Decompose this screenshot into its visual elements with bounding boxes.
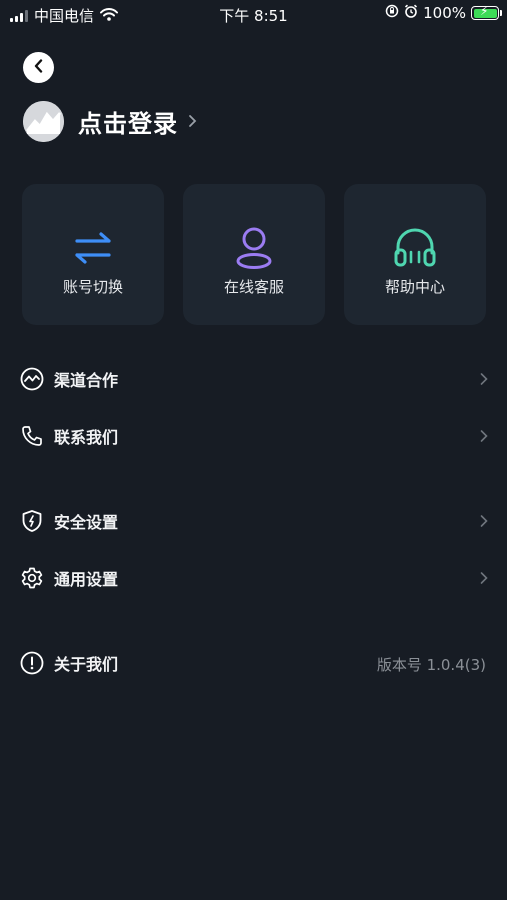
person-icon	[234, 226, 274, 270]
chevron-right-icon	[480, 513, 488, 532]
card-label: 账号切换	[62, 278, 123, 296]
chevron-right-icon	[480, 570, 488, 589]
headphones-icon	[392, 226, 438, 270]
menu-item-label: 安全设置	[54, 513, 119, 532]
chevron-left-icon	[33, 58, 45, 77]
card-label: 在线客服	[223, 278, 284, 296]
menu-item-security-settings[interactable]: 安全设置	[20, 501, 488, 541]
chevron-right-icon	[188, 113, 197, 132]
status-right: 100% ⚡	[385, 4, 502, 22]
menu-item-label: 关于我们	[54, 655, 119, 674]
help-center-card[interactable]: 帮助中心	[344, 184, 486, 325]
alarm-icon	[404, 4, 418, 22]
phone-icon	[20, 424, 44, 448]
menu-item-about-us[interactable]: 关于我们 版本号 1.0.4(3)	[20, 643, 488, 683]
gear-icon	[20, 566, 44, 590]
orientation-lock-icon	[385, 4, 399, 22]
cooperation-icon	[20, 367, 44, 391]
avatar[interactable]	[23, 101, 64, 142]
account-switch-card[interactable]: 账号切换	[22, 184, 164, 325]
status-bar: 中国电信 下午 8:51 100% ⚡	[0, 0, 507, 28]
menu-item-label: 联系我们	[54, 428, 119, 447]
login-row[interactable]: 点击登录	[23, 101, 197, 142]
menu-item-general-settings[interactable]: 通用设置	[20, 558, 488, 598]
menu-item-label: 渠道合作	[54, 371, 119, 390]
battery-percent: 100%	[423, 4, 466, 22]
back-button[interactable]	[23, 52, 54, 83]
menu-item-contact-us[interactable]: 联系我们	[20, 416, 488, 456]
quick-actions: 账号切换 在线客服 帮助中心	[22, 184, 486, 325]
login-label[interactable]: 点击登录	[78, 104, 178, 139]
switch-arrows-icon	[73, 226, 113, 270]
card-label: 帮助中心	[384, 278, 445, 296]
menu-item-label: 通用设置	[54, 570, 119, 589]
info-icon	[20, 651, 44, 675]
chevron-right-icon	[480, 428, 488, 447]
version-label: 版本号 1.0.4(3)	[376, 656, 486, 674]
menu-item-channel-cooperation[interactable]: 渠道合作	[20, 359, 488, 399]
shield-icon	[20, 509, 44, 533]
chevron-right-icon	[480, 371, 488, 390]
online-service-card[interactable]: 在线客服	[183, 184, 325, 325]
battery-icon: ⚡	[471, 4, 502, 20]
